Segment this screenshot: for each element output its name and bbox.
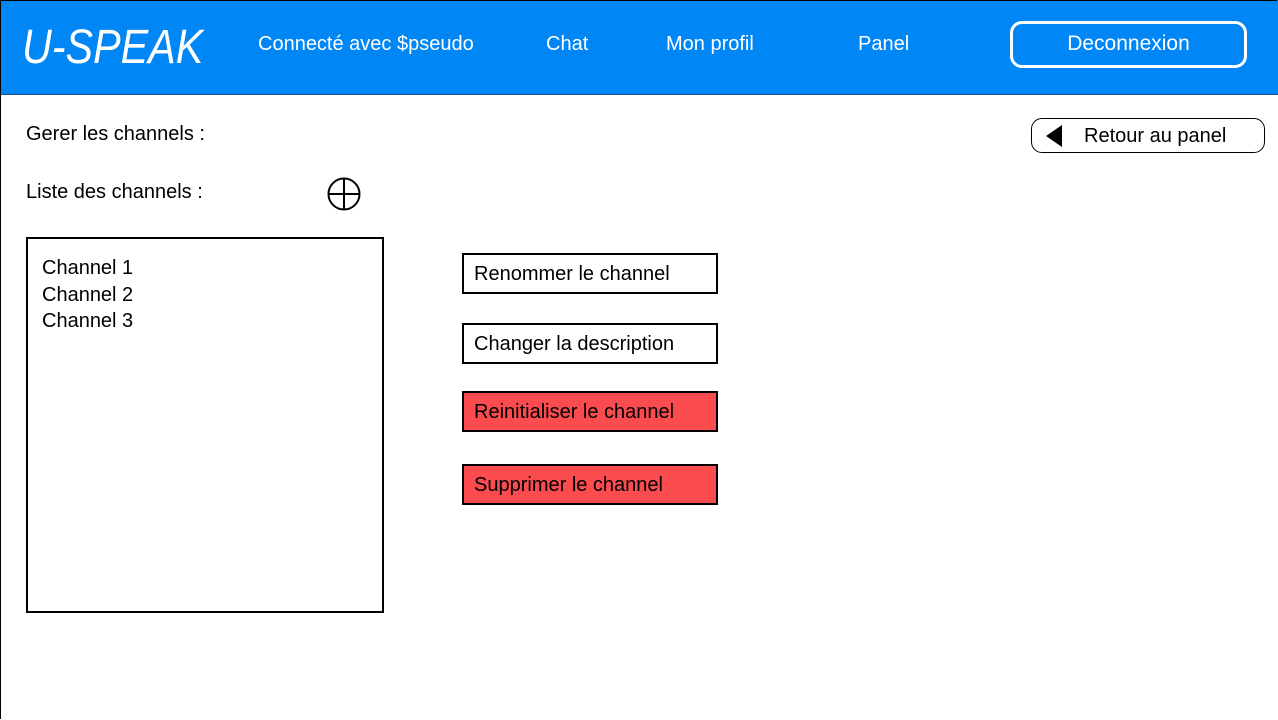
- app-logo: U-SPEAK: [22, 21, 204, 74]
- logout-button[interactable]: Deconnexion: [1010, 21, 1247, 68]
- change-description-button[interactable]: Changer la description: [462, 323, 718, 364]
- nav-link-chat[interactable]: Chat: [546, 31, 588, 57]
- connected-user-status: Connecté avec $pseudo: [258, 33, 474, 55]
- nav-link-profile[interactable]: Mon profil: [666, 31, 754, 57]
- channel-list[interactable]: Channel 1 Channel 2 Channel 3: [26, 237, 384, 613]
- rename-channel-button[interactable]: Renommer le channel: [462, 253, 718, 294]
- add-channel-button[interactable]: [327, 177, 361, 211]
- back-to-panel-button[interactable]: Retour au panel: [1031, 118, 1265, 153]
- reset-channel-button[interactable]: Reinitialiser le channel: [462, 391, 718, 432]
- channel-list-heading: Liste des channels :: [26, 181, 203, 203]
- delete-channel-button[interactable]: Supprimer le channel: [462, 464, 718, 505]
- manage-channels-heading: Gerer les channels :: [26, 123, 205, 145]
- channel-list-item[interactable]: Channel 1: [42, 255, 382, 282]
- channel-list-item[interactable]: Channel 2: [42, 282, 382, 309]
- nav-link-panel[interactable]: Panel: [858, 31, 909, 57]
- back-to-panel-label: Retour au panel: [1084, 124, 1227, 147]
- triangle-left-icon: [1046, 124, 1062, 147]
- channel-list-item[interactable]: Channel 3: [42, 308, 382, 335]
- top-navigation-bar: U-SPEAK Connecté avec $pseudo Chat Mon p…: [0, 0, 1278, 95]
- plus-circle-icon: [327, 177, 361, 211]
